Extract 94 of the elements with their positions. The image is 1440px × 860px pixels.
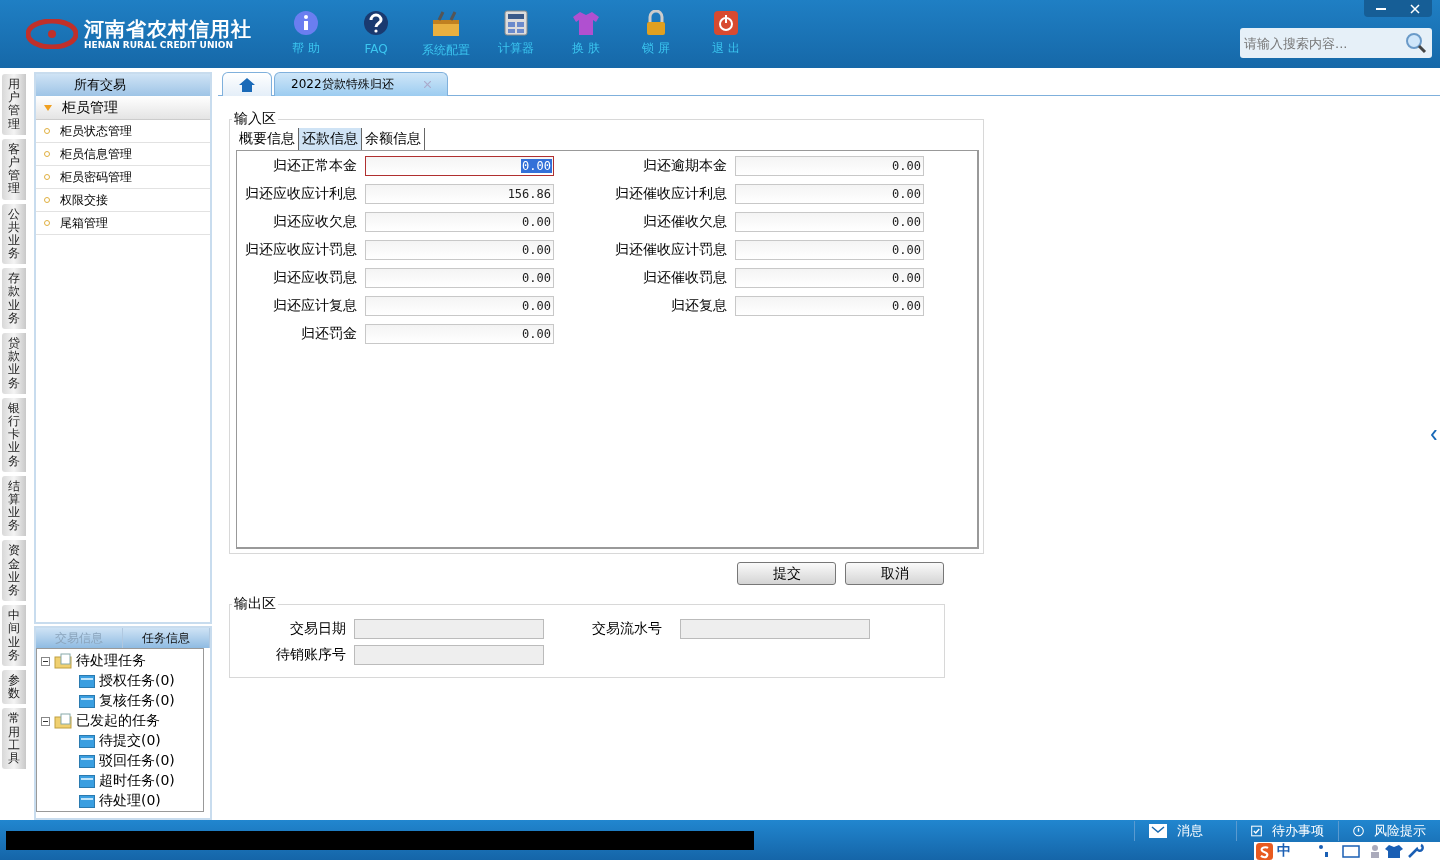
field-label: 归还催收应计利息	[614, 185, 727, 203]
amount-field[interactable]: 0.00	[365, 156, 554, 176]
mail-icon	[1149, 824, 1167, 838]
field-label: 归还催收应计罚息	[614, 241, 727, 259]
tree-item[interactable]: 授权任务(0)	[99, 672, 175, 690]
side-tab[interactable]: 结算业务	[2, 475, 26, 537]
action-button[interactable]: 提交	[737, 562, 836, 585]
field-label: 待销账序号	[275, 646, 346, 664]
field-label: 归还正常本金	[272, 157, 357, 175]
close-icon	[1410, 3, 1420, 14]
field-label: 归还应收欠息	[272, 213, 357, 231]
chevron-icon	[1431, 429, 1437, 440]
field-label: 交易日期	[289, 620, 346, 638]
side-tab[interactable]: 中间业务	[2, 605, 26, 666]
amount-field[interactable]: 0.00	[735, 296, 924, 316]
side-tab[interactable]: 资金业务	[2, 540, 26, 602]
field-label: 归还罚金	[300, 325, 357, 343]
minimize-icon	[1376, 7, 1386, 10]
search-field[interactable]: 请输入搜索内容...	[1240, 28, 1432, 58]
amount-field[interactable]: 0.00	[365, 240, 554, 260]
folder-icon	[54, 713, 72, 729]
alert-icon	[1353, 823, 1364, 839]
status-button[interactable]: 待办事项	[1236, 821, 1338, 841]
form-tab[interactable]: 还款信息	[299, 128, 362, 150]
amount-field[interactable]: 0.00	[365, 324, 554, 344]
folder-icon	[79, 734, 95, 748]
power-icon	[713, 9, 739, 36]
side-tab[interactable]: 用户管理	[2, 74, 26, 135]
field-label: 交易流水号	[591, 620, 662, 638]
section-title: 输入区	[233, 110, 277, 128]
side-tab[interactable]: 存款业务	[2, 268, 26, 329]
toolbox-icon	[431, 9, 461, 38]
search-icon	[1405, 32, 1427, 54]
question-icon	[362, 9, 390, 38]
menu-group[interactable]: 柜员管理	[36, 96, 210, 120]
amount-field[interactable]: 0.00	[735, 240, 924, 260]
info-icon	[293, 9, 319, 36]
amount-field[interactable]: 0.00	[735, 268, 924, 288]
status-button[interactable]: 风险提示	[1338, 821, 1440, 841]
field-label: 归还逾期本金	[642, 157, 727, 175]
amount-field[interactable]: 0.00	[735, 184, 924, 204]
amount-field[interactable]: 0.00	[365, 212, 554, 232]
folder-icon	[79, 694, 95, 708]
tree-item[interactable]: 待处理任务	[76, 652, 146, 670]
amount-field[interactable]: 0.00	[365, 268, 554, 288]
folder-icon	[79, 774, 95, 788]
amount-field[interactable]: 0.00	[735, 212, 924, 232]
amount-field[interactable]: 0.00	[365, 296, 554, 316]
side-tab[interactable]: 常用工具	[2, 708, 26, 770]
action-button[interactable]: 取消	[845, 562, 944, 585]
section-title: 输出区	[233, 595, 277, 613]
checkbox-icon	[1251, 823, 1262, 839]
lock-icon	[645, 9, 667, 36]
amount-field[interactable]: 156.86	[365, 184, 554, 204]
tree-item[interactable]: 复核任务(0)	[99, 692, 175, 710]
logo-subtitle: HENAN RURAL CREDIT UNION	[84, 39, 234, 51]
tree-item[interactable]: 待处理(0)	[99, 792, 161, 810]
panel-title: 所有交易	[36, 74, 210, 96]
logo-icon	[26, 19, 78, 49]
field-label: 归还催收罚息	[642, 269, 727, 287]
collapse-icon[interactable]	[41, 716, 50, 726]
collapse-button[interactable]	[1430, 427, 1438, 443]
caret-icon	[44, 104, 52, 111]
ime-mode[interactable]: 中	[1277, 842, 1291, 860]
document-tab[interactable]: 2022贷款特殊归还	[274, 72, 448, 96]
collapse-icon[interactable]	[41, 656, 50, 666]
tree-item[interactable]: 驳回任务(0)	[99, 752, 175, 770]
field-label: 归还复息	[670, 297, 727, 315]
folder-icon	[79, 674, 95, 688]
field-label: 归还催收欠息	[642, 213, 727, 231]
amount-field[interactable]: 0.00	[735, 156, 924, 176]
tree-item[interactable]: 已发起的任务	[76, 712, 160, 730]
folder-icon	[79, 754, 95, 768]
calculator-icon	[504, 9, 528, 36]
home-tab[interactable]	[222, 72, 272, 96]
shirt-icon	[572, 9, 600, 36]
side-tab[interactable]: 银行卡业务	[2, 397, 26, 472]
folder-icon	[54, 653, 72, 669]
form-tab[interactable]: 余额信息	[362, 128, 425, 150]
tree-item[interactable]: 超时任务(0)	[99, 772, 175, 790]
field-label: 归还应收应计利息	[244, 185, 357, 203]
side-tab[interactable]: 参数	[2, 669, 26, 705]
home-icon	[239, 77, 255, 92]
close-icon	[423, 81, 431, 88]
side-tab[interactable]: 客户管理	[2, 138, 26, 200]
status-button[interactable]: 消息	[1134, 821, 1236, 841]
field-label: 归还应收应计罚息	[244, 241, 357, 259]
field-label: 归还应收罚息	[272, 269, 357, 287]
tree-item[interactable]: 待提交(0)	[99, 732, 161, 750]
logo-title: 河南省农村信用社	[84, 17, 252, 40]
folder-icon	[79, 794, 95, 808]
side-tab[interactable]: 贷款业务	[2, 333, 26, 394]
side-tab[interactable]: 公共业务	[2, 203, 26, 265]
field-label: 归还应计复息	[272, 297, 357, 315]
